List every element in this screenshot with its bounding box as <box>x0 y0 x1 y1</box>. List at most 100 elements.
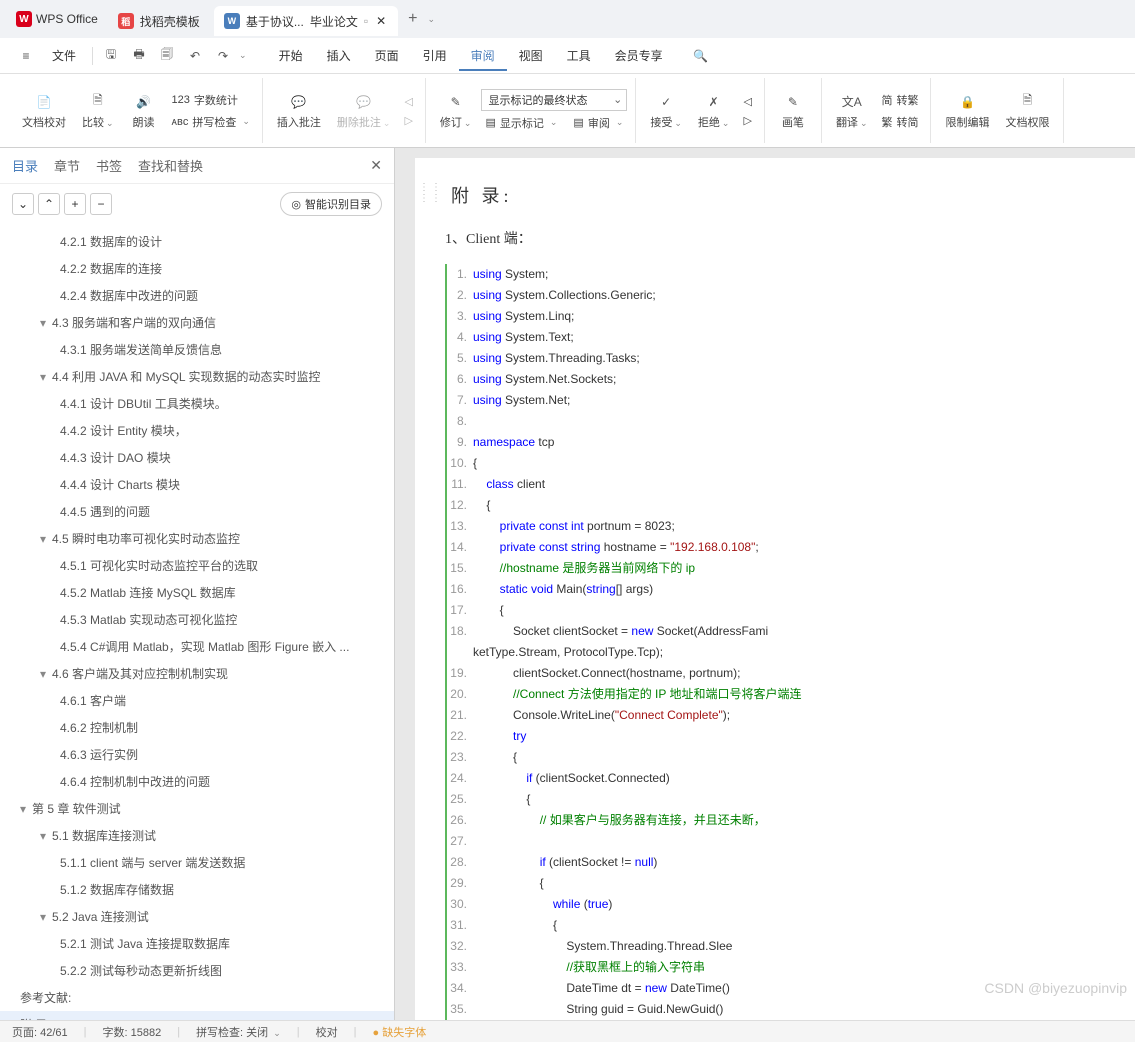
qat-dropdown-icon[interactable]: ⌄ <box>239 50 247 61</box>
menu-file[interactable]: 文件 <box>40 41 88 70</box>
print-icon[interactable]: 🖶 <box>125 42 153 70</box>
toc-item[interactable]: 4.4.5 遇到的问题 <box>0 498 394 525</box>
toc-item[interactable]: 4.5.2 Matlab 连接 MySQL 数据库 <box>0 579 394 606</box>
toc-list[interactable]: 4.2.1 数据库的设计4.2.2 数据库的连接4.2.4 数据库中改进的问题▾… <box>0 224 394 1020</box>
restrict-edit-button[interactable]: 🔒限制编辑 <box>939 90 995 132</box>
next-comment-button[interactable]: ▷ <box>400 112 416 129</box>
smart-toc-button[interactable]: ◎智能识别目录 <box>280 192 382 216</box>
sidebar-tab-find[interactable]: 查找和替换 <box>138 156 203 175</box>
wordcount-button[interactable]: 123字数统计 <box>168 90 254 110</box>
toc-item[interactable]: 4.4.1 设计 DBUtil 工具类模块。 <box>0 390 394 417</box>
menu-视图[interactable]: 视图 <box>507 43 555 69</box>
spellcheck-button[interactable]: ᴀʙᴄ拼写检查⌄ <box>168 112 254 132</box>
read-button[interactable]: 🔊朗读 <box>124 90 164 132</box>
zhfan-button[interactable]: 简转繁 <box>877 90 922 110</box>
document-area[interactable]: ⋮⋮⋮⋮ 附 录: 1、Client 端： 1using System;2usi… <box>395 148 1135 1020</box>
toc-item[interactable]: ▾4.5 瞬时电功率可视化实时动态监控 <box>0 525 394 552</box>
status-proof[interactable]: 校对 <box>316 1024 338 1040</box>
menu-审阅[interactable]: 审阅 <box>459 43 507 71</box>
save-icon[interactable]: 🖫 <box>97 42 125 70</box>
toc-add-button[interactable]: + <box>64 193 86 215</box>
tab-templates[interactable]: 稻 找稻壳模板 <box>108 6 210 36</box>
undo-icon[interactable]: ↶ <box>181 42 209 70</box>
review-pane-button[interactable]: ▤审阅⌄ <box>569 113 627 133</box>
toc-item[interactable]: 5.1.1 client 端与 server 端发送数据 <box>0 849 394 876</box>
tab-document[interactable]: W 基于协议... 毕业论文 ▫ ✕ <box>214 6 398 36</box>
page-title: 附 录: <box>445 182 1115 208</box>
toc-item[interactable]: ▾4.3 服务端和客户端的双向通信 <box>0 309 394 336</box>
markup-state-select[interactable]: 显示标记的最终状态 <box>481 89 627 111</box>
status-spell[interactable]: 拼写检查: 关闭 ⌄ <box>196 1024 281 1040</box>
accept-button[interactable]: ✓接受⌄ <box>644 90 688 132</box>
prev-change-button[interactable]: ◁ <box>739 93 755 110</box>
toc-item[interactable]: ▾第 5 章 软件测试 <box>0 795 394 822</box>
toc-item[interactable]: ▾4.4 利用 JAVA 和 MySQL 实现数据的动态实时监控 <box>0 363 394 390</box>
hamburger-icon[interactable]: ≡ <box>12 42 40 70</box>
sidebar-tab-bookmark[interactable]: 书签 <box>96 156 122 175</box>
delete-comment-button[interactable]: 💬删除批注⌄ <box>331 90 397 132</box>
toc-item[interactable]: ▾5.2 Java 连接测试 <box>0 903 394 930</box>
toc-item[interactable]: 4.4.4 设计 Charts 模块 <box>0 471 394 498</box>
toc-item[interactable]: 4.6.2 控制机制 <box>0 714 394 741</box>
compare-button[interactable]: 🗎比较⌄ <box>76 90 120 132</box>
menu-插入[interactable]: 插入 <box>315 43 363 69</box>
translate-button[interactable]: 文A翻译⌄ <box>830 90 874 132</box>
menu-开始[interactable]: 开始 <box>267 43 315 69</box>
proof-button[interactable]: 📄文档校对 <box>16 90 72 132</box>
preview-icon[interactable]: 🗐 <box>153 42 181 70</box>
status-page[interactable]: 页面: 42/61 <box>12 1024 68 1040</box>
toc-item[interactable]: 4.5.3 Matlab 实现动态可视化监控 <box>0 606 394 633</box>
toc-remove-button[interactable]: − <box>90 193 112 215</box>
drag-handle-icon[interactable]: ⋮⋮⋮⋮ <box>419 182 443 204</box>
toc-item[interactable]: 4.6.3 运行实例 <box>0 741 394 768</box>
show-markup-button[interactable]: ▤显示标记⌄ <box>481 113 561 133</box>
title-bar: W WPS Office 稻 找稻壳模板 W 基于协议... 毕业论文 ▫ ✕ … <box>0 0 1135 38</box>
prev-comment-button[interactable]: ◁ <box>400 93 416 110</box>
toc-item[interactable]: 4.4.3 设计 DAO 模块 <box>0 444 394 471</box>
toc-item[interactable]: ▾4.6 客户端及其对应控制机制实现 <box>0 660 394 687</box>
toc-item[interactable]: 4.3.1 服务端发送简单反馈信息 <box>0 336 394 363</box>
toc-item[interactable]: 5.1.2 数据库存储数据 <box>0 876 394 903</box>
pen-icon: ✎ <box>783 92 803 112</box>
sidebar-tab-chapter[interactable]: 章节 <box>54 156 80 175</box>
reject-button[interactable]: ✗拒绝⌄ <box>692 90 736 132</box>
menu-引用[interactable]: 引用 <box>411 43 459 69</box>
sidebar-tab-toc[interactable]: 目录 <box>12 156 38 175</box>
section-heading: 1、Client 端： <box>445 228 1115 248</box>
menu-会员专享[interactable]: 会员专享 <box>603 43 675 69</box>
toc-item[interactable]: 5.2.2 测试每秒动态更新折线图 <box>0 957 394 984</box>
toc-expand-button[interactable]: ⌃ <box>38 193 60 215</box>
menu-工具[interactable]: 工具 <box>555 43 603 69</box>
menu-页面[interactable]: 页面 <box>363 43 411 69</box>
close-icon[interactable]: ✕ <box>374 14 388 28</box>
toc-item[interactable]: 4.2.1 数据库的设计 <box>0 228 394 255</box>
redo-icon[interactable]: ↷ <box>209 42 237 70</box>
toc-item[interactable]: 4.2.2 数据库的连接 <box>0 255 394 282</box>
pen-button[interactable]: ✎画笔 <box>773 90 813 132</box>
doc-perm-button[interactable]: 🗎文档权限 <box>999 90 1055 132</box>
toc-item[interactable]: 4.6.1 客户端 <box>0 687 394 714</box>
toc-item[interactable]: 4.5.4 C#调用 Matlab，实现 Matlab 图形 Figure 嵌入… <box>0 633 394 660</box>
toc-item[interactable]: 参考文献: <box>0 984 394 1011</box>
add-tab-button[interactable]: + <box>400 10 425 28</box>
toc-item[interactable]: 4.2.4 数据库中改进的问题 <box>0 282 394 309</box>
toc-item[interactable]: 附 录: <box>0 1011 394 1020</box>
toc-item[interactable]: 4.5.1 可视化实时动态监控平台的选取 <box>0 552 394 579</box>
speaker-icon: 🔊 <box>134 92 154 112</box>
status-words[interactable]: 字数: 15882 <box>103 1024 162 1040</box>
next-change-button[interactable]: ▷ <box>739 112 755 129</box>
window-restore-icon[interactable]: ▫ <box>364 14 368 28</box>
insert-comment-button[interactable]: 💬插入批注 <box>271 90 327 132</box>
tab-dropdown-icon[interactable]: ⌄ <box>427 14 435 25</box>
accept-icon: ✓ <box>656 92 676 112</box>
toc-item[interactable]: 4.4.2 设计 Entity 模块， <box>0 417 394 444</box>
revise-button[interactable]: ✎修订⌄ <box>434 90 478 132</box>
toc-collapse-button[interactable]: ⌄ <box>12 193 34 215</box>
search-icon[interactable]: 🔍 <box>687 42 715 70</box>
zhjian-button[interactable]: 繁转简 <box>877 112 922 132</box>
status-missing-font[interactable]: ● 缺失字体 <box>373 1024 427 1040</box>
toc-item[interactable]: 4.6.4 控制机制中改进的问题 <box>0 768 394 795</box>
toc-item[interactable]: ▾5.1 数据库连接测试 <box>0 822 394 849</box>
sidebar-close-icon[interactable]: ✕ <box>370 157 382 174</box>
toc-item[interactable]: 5.2.1 测试 Java 连接提取数据库 <box>0 930 394 957</box>
